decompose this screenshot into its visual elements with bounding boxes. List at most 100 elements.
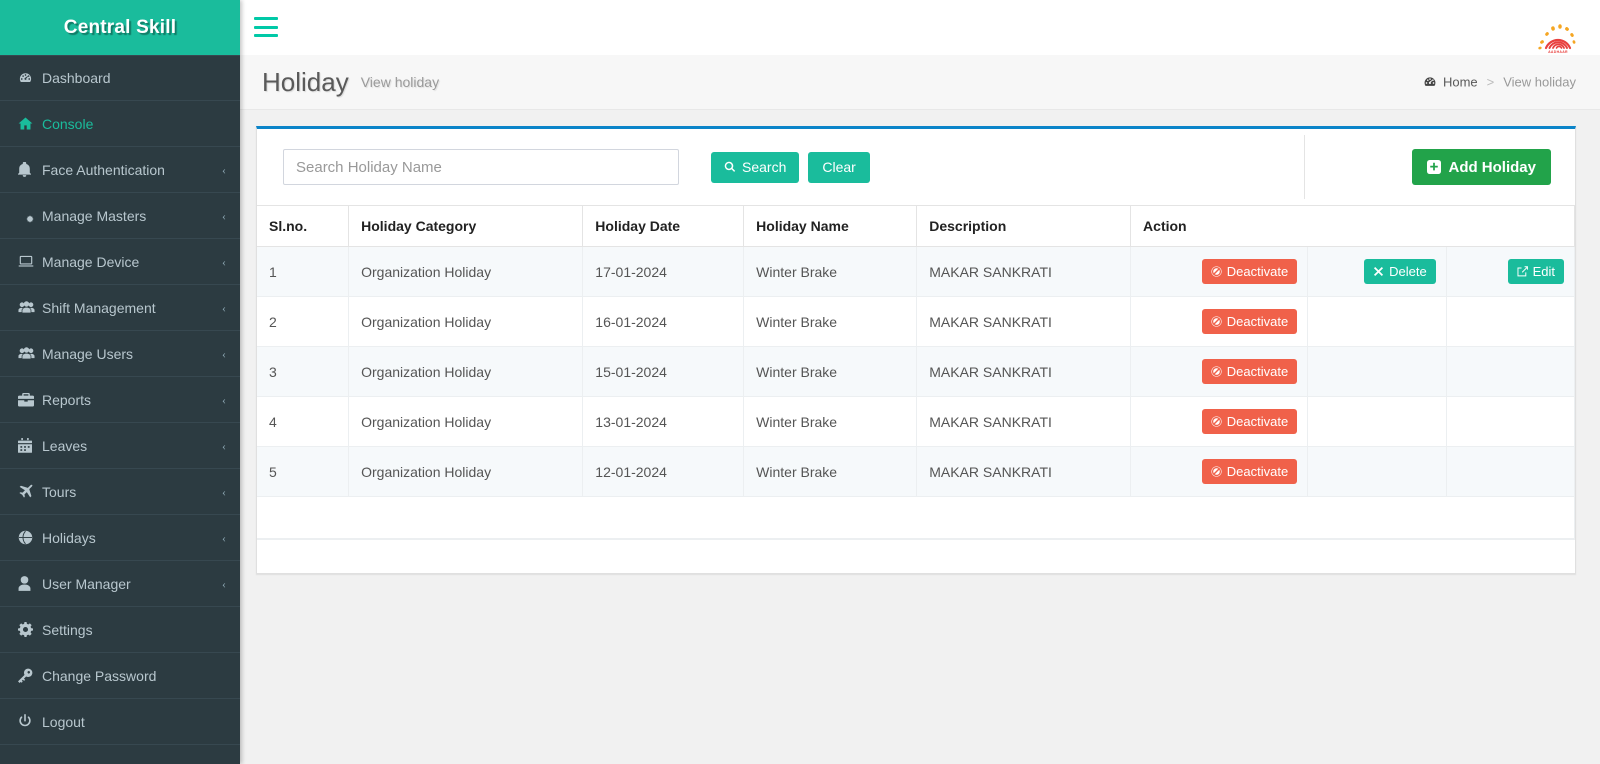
cell-name: Winter Brake [743,346,918,397]
cell-slno: 1 [257,246,350,297]
sidebar-nav: Dashboard Console Face Authentication ‹ Mana… [0,55,240,745]
add-holiday-button[interactable]: Add Holiday [1412,149,1551,185]
deactivate-button[interactable]: Deactivate [1201,359,1298,384]
sidebar-item-shift-management[interactable]: Shift Management ‹ [0,285,240,331]
column-header-category: Holiday Category [348,205,584,247]
empty-cell [257,496,1575,539]
ban-circle-icon [1211,366,1222,377]
hamburger-bar [254,25,278,29]
column-header-name: Holiday Name [743,205,918,247]
breadcrumb-home[interactable]: Home [1443,75,1478,90]
deactivate-button[interactable]: Deactivate [1201,259,1298,284]
column-header-slno: Sl.no. [257,205,350,247]
table-body: 1 Organization Holiday 17-01-2024 Winter Br… [257,246,1576,539]
table-row: 2 Organization Holiday 16-01-2024 Winter Br… [257,296,1576,347]
sidebar-item-manage-masters[interactable]: Manage Masters ‹ [0,193,240,239]
cell-action [1446,296,1576,347]
home-icon [18,116,42,131]
deactivate-button[interactable]: Deactivate [1201,409,1298,434]
column-header-description: Description [916,205,1132,247]
deactivate-button-label: Deactivate [1226,264,1289,279]
filter-toolbar: Search Clear Add Holiday [257,129,1575,205]
briefcase-icon [18,392,42,407]
topbar: AADHAAR [240,0,1600,55]
cell-slno: 2 [257,296,350,347]
ban-circle-icon [1211,266,1222,277]
user-icon [18,576,42,591]
clear-button[interactable]: Clear [808,151,870,183]
sidebar-item-settings[interactable]: Settings [0,607,240,653]
cell-action: Edit [1446,246,1576,297]
bell-icon [18,162,42,177]
sidebar-item-label: Manage Device [42,253,140,270]
cell-date: 12-01-2024 [582,446,745,497]
deactivate-button-label: Deactivate [1226,464,1289,479]
edit-button-label: Edit [1532,264,1555,279]
sidebar-item-holidays[interactable]: Holidays ‹ [0,515,240,561]
hamburger-bar [254,17,278,20]
sidebar-item-manage-users[interactable]: Manage Users ‹ [0,331,240,377]
cell-date: 13-01-2024 [582,396,745,447]
chevron-left-icon: ‹ [222,576,226,591]
users-group-icon [18,346,42,361]
table-header-row: Sl.no. Holiday Category Holiday Date Hol… [257,205,1575,247]
cell-action [1446,396,1576,447]
globe-icon [18,530,42,545]
app-root: Central Skill Dashboard Console Face Authe… [0,0,1600,764]
table-row: 1 Organization Holiday 17-01-2024 Winter Br… [257,246,1576,297]
hamburger-bar [254,34,278,37]
sidebar-item-label: Shift Management [42,299,156,316]
sidebar-item-label: Dashboard [42,70,111,86]
deactivate-button-label: Deactivate [1226,314,1289,329]
cell-category: Organization Holiday [348,396,584,447]
gears-icon [18,209,42,223]
sidebar-item-tours[interactable]: Tours ‹ [0,469,240,515]
ban-circle-icon [1211,416,1222,427]
holiday-table: Sl.no. Holiday Category Holiday Date Hol… [257,205,1576,539]
sidebar-item-label: Settings [42,621,93,638]
chevron-left-icon: ‹ [222,254,226,269]
cell-description: MAKAR SANKRATI [916,246,1132,297]
cell-action: Deactivate [1130,346,1309,397]
sidebar-item-label: Leaves [42,437,88,454]
sidebar-item-console[interactable]: Console [0,101,240,147]
svg-text:AADHAAR: AADHAAR [1548,50,1568,54]
sidebar-item-label: Reports [42,391,92,408]
cell-date: 15-01-2024 [582,346,745,397]
sidebar-item-leaves[interactable]: Leaves ‹ [0,423,240,469]
sidebar-item-change-password[interactable]: Change Password [0,653,240,699]
content-body: Search Clear Add Holiday [240,110,1600,764]
delete-button[interactable]: Delete [1364,259,1436,284]
content-header: Holiday View holiday Home > View holiday [240,55,1600,110]
brand-logo[interactable]: Central Skill [0,0,240,55]
edit-button[interactable]: Edit [1507,259,1564,284]
table-head: Sl.no. Holiday Category Holiday Date Hol… [257,205,1575,247]
sidebar-item-label: Face Authentication [42,161,165,178]
chevron-left-icon: ‹ [222,208,226,223]
chevron-left-icon: ‹ [222,438,226,453]
deactivate-button[interactable]: Deactivate [1201,459,1298,484]
breadcrumb-current: View holiday [1503,74,1576,90]
sidebar-item-user-manager[interactable]: User Manager ‹ [0,561,240,607]
sidebar-item-face-authentication[interactable]: Face Authentication ‹ [0,147,240,193]
page-subtitle: View holiday [360,74,440,90]
table-row: 3 Organization Holiday 15-01-2024 Winter Br… [257,346,1576,397]
cell-action [1446,446,1576,497]
add-holiday-label: Add Holiday [1448,158,1536,176]
deactivate-button[interactable]: Deactivate [1201,309,1298,334]
sidebar-item-dashboard[interactable]: Dashboard [0,55,240,101]
search-input[interactable] [283,149,679,185]
cell-category: Organization Holiday [348,446,584,497]
column-header-action: Action [1130,205,1575,247]
hamburger-icon[interactable] [254,17,278,37]
sidebar-item-manage-device[interactable]: Manage Device ‹ [0,239,240,285]
plus-square-icon [1427,160,1442,174]
search-button[interactable]: Search [711,151,800,183]
sidebar-item-logout[interactable]: Logout [0,699,240,745]
sidebar-item-reports[interactable]: Reports ‹ [0,377,240,423]
sidebar-item-label: Manage Masters [42,207,147,224]
users-group-icon [18,300,42,315]
cell-category: Organization Holiday [348,296,584,347]
sidebar-item-label: Holidays [42,529,96,546]
gear-icon [18,622,42,637]
